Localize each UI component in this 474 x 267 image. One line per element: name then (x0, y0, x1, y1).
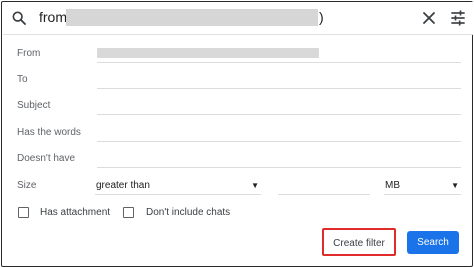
search-options-panel: from: ) From To Subject Has the words Do… (1, 1, 473, 267)
from-field-redacted (97, 48, 319, 58)
dont-include-chats-label[interactable]: Don't include chats (146, 207, 230, 218)
size-value-input[interactable] (278, 178, 370, 195)
from-field[interactable] (97, 62, 461, 63)
redacted-query (66, 9, 318, 26)
has-words-field[interactable] (97, 141, 461, 142)
search-query-suffix: ) (319, 9, 324, 25)
search-icon[interactable] (11, 10, 27, 26)
to-label: To (17, 74, 28, 85)
has-attachment-label[interactable]: Has attachment (40, 207, 110, 218)
has-words-label: Has the words (17, 127, 81, 138)
subject-label: Subject (17, 100, 51, 111)
doesnt-have-label: Doesn't have (17, 153, 76, 164)
size-comparator-value: greater than (96, 180, 150, 191)
search-button-label: Search (417, 237, 449, 248)
dropdown-caret-icon: ▼ (451, 181, 459, 190)
search-bar[interactable]: from: ) (3, 2, 473, 35)
doesnt-have-field[interactable] (97, 167, 461, 168)
subject-field[interactable] (97, 114, 461, 115)
size-unit-select[interactable]: MB ▼ (384, 178, 461, 195)
dont-include-chats-checkbox[interactable] (123, 207, 134, 218)
to-field[interactable] (97, 88, 461, 89)
size-label: Size (17, 180, 37, 191)
size-comparator-select[interactable]: greater than ▼ (95, 178, 261, 195)
dropdown-caret-icon: ▼ (251, 181, 259, 190)
from-label: From (17, 48, 41, 59)
search-button[interactable]: Search (407, 231, 459, 254)
create-filter-button[interactable]: Create filter (322, 228, 396, 256)
size-unit-value: MB (385, 180, 400, 191)
has-attachment-checkbox[interactable] (18, 207, 29, 218)
create-filter-label: Create filter (333, 238, 385, 249)
tune-icon[interactable] (448, 8, 468, 28)
close-icon[interactable] (419, 8, 439, 28)
